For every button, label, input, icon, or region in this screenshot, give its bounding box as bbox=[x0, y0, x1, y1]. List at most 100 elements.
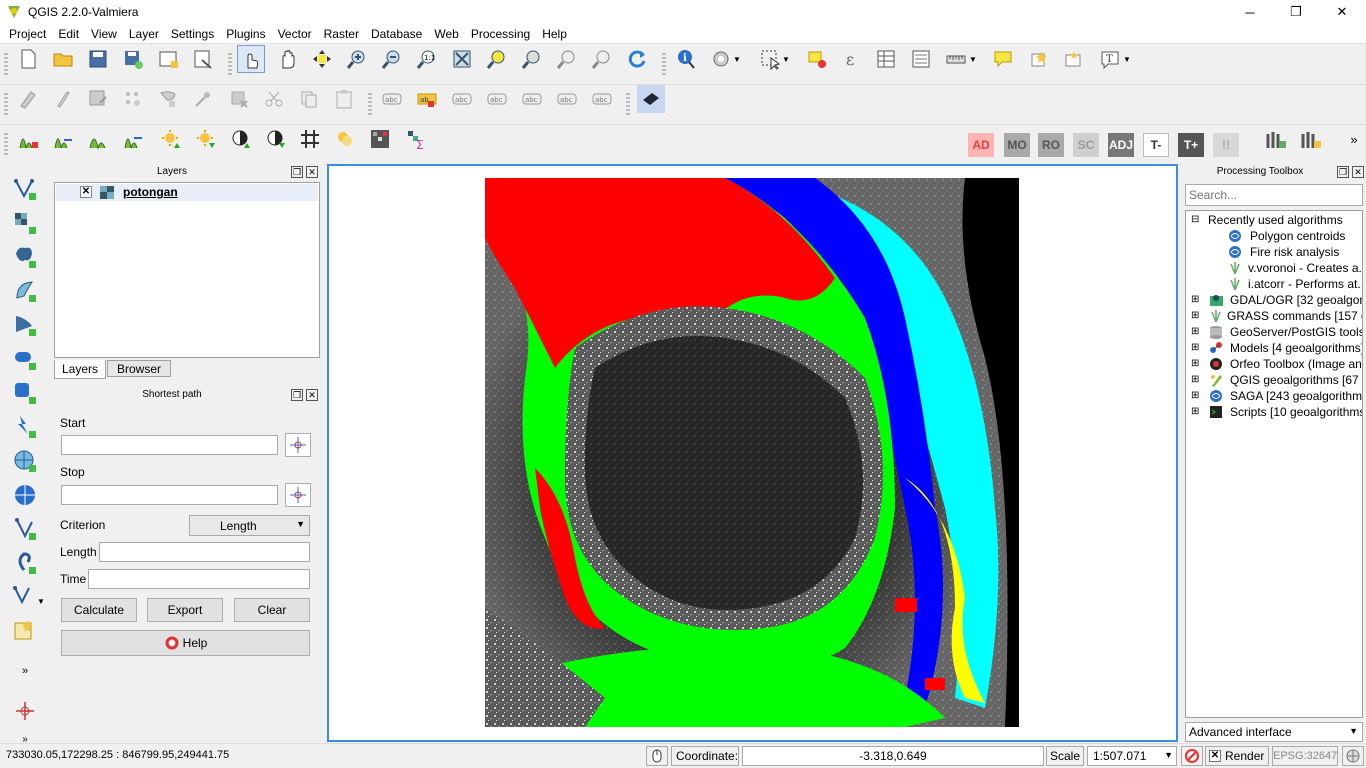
mo-button[interactable]: MO bbox=[1004, 133, 1030, 157]
field-calculator-icon[interactable]: ε bbox=[838, 45, 866, 73]
interface-mode-select[interactable]: Advanced interface ▼ bbox=[1185, 722, 1363, 742]
layers-float-button[interactable]: ❐ bbox=[291, 166, 303, 178]
toggle-editing-icon[interactable] bbox=[49, 85, 77, 113]
capture-start-point-button[interactable] bbox=[285, 433, 311, 457]
crs-button[interactable]: EPSG:32647 bbox=[1272, 746, 1338, 766]
scale-select[interactable]: 1:507.071 ▼ bbox=[1087, 746, 1177, 766]
ad-button[interactable]: AD bbox=[968, 133, 994, 157]
clear-button[interactable]: Clear bbox=[234, 598, 310, 622]
map-tips-icon[interactable] bbox=[989, 45, 1017, 73]
zoom-native-resolution-icon[interactable]: 1:1 bbox=[413, 45, 441, 73]
render-checkbox[interactable]: ✕ bbox=[1209, 750, 1221, 762]
deselect-all-icon[interactable] bbox=[803, 45, 831, 73]
increase-contrast-icon[interactable] bbox=[227, 125, 255, 153]
add-postgis-layer-icon[interactable] bbox=[10, 243, 40, 271]
group-saga[interactable]: SAGA [243 geoalgorithms] bbox=[1230, 389, 1362, 403]
save-layer-edits-icon[interactable] bbox=[84, 85, 112, 113]
zoom-in-icon[interactable] bbox=[343, 45, 371, 73]
add-wcs-layer-icon[interactable] bbox=[10, 447, 40, 475]
stop-render-button[interactable] bbox=[1181, 746, 1203, 766]
menu-processing[interactable]: Processing bbox=[465, 24, 536, 44]
minimize-button[interactable]: ─ bbox=[1227, 0, 1273, 24]
messages-button[interactable] bbox=[1342, 746, 1364, 766]
length-field[interactable] bbox=[99, 542, 310, 562]
render-toggle[interactable]: ✕ Render bbox=[1205, 746, 1269, 766]
group-orfeo-toolbox[interactable]: Orfeo Toolbox (Image an... bbox=[1230, 357, 1362, 371]
current-edits-icon[interactable] bbox=[14, 85, 42, 113]
grid-icon[interactable] bbox=[296, 125, 324, 153]
add-wfs-layer-icon[interactable] bbox=[10, 481, 40, 509]
paste-features-icon[interactable] bbox=[330, 85, 358, 113]
full-histogram-stretch-icon[interactable] bbox=[49, 125, 77, 153]
add-db2-layer-icon[interactable] bbox=[10, 379, 40, 407]
dock-expand-icon[interactable]: » bbox=[10, 657, 40, 685]
change-label-icon[interactable]: abc bbox=[588, 85, 616, 113]
new-project-icon[interactable] bbox=[14, 45, 42, 73]
add-gpx-layer-icon[interactable] bbox=[10, 549, 40, 577]
menu-project[interactable]: Project bbox=[0, 24, 52, 44]
recent-item-i-atcorr[interactable]: i.atcorr - Performs at... bbox=[1248, 277, 1362, 291]
sc-button[interactable]: SC bbox=[1073, 133, 1099, 157]
coordinate-capture-icon[interactable] bbox=[331, 125, 359, 153]
pan-to-selection-icon[interactable] bbox=[308, 45, 336, 73]
globe-plugin-icon[interactable] bbox=[637, 85, 665, 113]
expand-toggle[interactable]: ⊞ bbox=[1191, 310, 1199, 321]
move-feature-icon[interactable] bbox=[154, 85, 182, 113]
shortest-path-close-button[interactable]: ✕ bbox=[306, 389, 318, 401]
layer-labeling-icon[interactable]: abc bbox=[378, 85, 406, 113]
menu-raster[interactable]: Raster bbox=[318, 24, 365, 44]
criterion-select[interactable]: Length ▼ bbox=[189, 515, 310, 536]
add-feature-icon[interactable] bbox=[119, 85, 147, 113]
add-delimited-text-layer-icon[interactable] bbox=[10, 515, 40, 543]
save-as-icon[interactable] bbox=[119, 45, 147, 73]
pan-map-icon[interactable] bbox=[274, 45, 302, 73]
export-button[interactable]: Export bbox=[147, 598, 223, 622]
restore-button[interactable]: ❐ bbox=[1273, 0, 1319, 24]
start-point-field[interactable] bbox=[61, 435, 278, 455]
ro-button[interactable]: RO bbox=[1038, 133, 1064, 157]
group-models[interactable]: Models [4 geoalgorithms] bbox=[1230, 341, 1362, 355]
menu-settings[interactable]: Settings bbox=[165, 24, 220, 44]
menu-layer[interactable]: Layer bbox=[123, 24, 165, 44]
expand-toggle[interactable]: ⊞ bbox=[1191, 294, 1199, 305]
annotation-dropdown-icon[interactable]: ▼ bbox=[1120, 45, 1134, 73]
zoom-full-icon[interactable] bbox=[448, 45, 476, 73]
statistical-summary-icon[interactable] bbox=[907, 45, 935, 73]
new-bookmark-icon[interactable] bbox=[1025, 45, 1053, 73]
add-oracle-layer-icon[interactable] bbox=[10, 345, 40, 373]
tab-browser[interactable]: Browser bbox=[107, 360, 171, 377]
menu-web[interactable]: Web bbox=[428, 24, 464, 44]
exclaim-button[interactable]: !! bbox=[1213, 133, 1239, 157]
zoom-to-layer-icon[interactable] bbox=[518, 45, 546, 73]
node-tool-icon[interactable] bbox=[189, 85, 217, 113]
refresh-icon[interactable] bbox=[623, 45, 651, 73]
toolbox-search-input[interactable] bbox=[1185, 184, 1363, 206]
time-field[interactable] bbox=[88, 569, 310, 589]
move-label-icon[interactable]: abc bbox=[518, 85, 546, 113]
shortest-path-float-button[interactable]: ❐ bbox=[291, 389, 303, 401]
menu-help[interactable]: Help bbox=[536, 24, 573, 44]
new-spatialite-layer-icon[interactable] bbox=[10, 617, 40, 645]
close-window-button[interactable]: ✕ bbox=[1319, 0, 1365, 24]
layers-close-button[interactable]: ✕ bbox=[306, 166, 318, 178]
measure-dropdown-icon[interactable]: ▼ bbox=[966, 45, 980, 73]
delete-selected-icon[interactable] bbox=[225, 85, 253, 113]
recent-algorithms-node[interactable]: Recently used algorithms bbox=[1208, 213, 1343, 227]
group-grass-commands[interactable]: GRASS commands [157 g... bbox=[1227, 309, 1362, 323]
group-qgis-geoalgorithms[interactable]: QGIS geoalgorithms [67 ... bbox=[1230, 373, 1362, 387]
menu-database[interactable]: Database bbox=[365, 24, 428, 44]
crosshair-icon[interactable] bbox=[10, 697, 40, 725]
new-layer-dropdown-icon[interactable]: ▼ bbox=[36, 587, 46, 615]
toggle-extents-button[interactable] bbox=[646, 746, 668, 766]
histogram-cumulative-icon[interactable] bbox=[119, 125, 147, 153]
add-table-icon[interactable] bbox=[1262, 125, 1290, 153]
expand-toggle[interactable]: ⊞ bbox=[1191, 358, 1199, 369]
calculate-button[interactable]: Calculate bbox=[61, 598, 137, 622]
histogram-icon[interactable] bbox=[84, 125, 112, 153]
toolbox-float-button[interactable]: ❐ bbox=[1337, 166, 1349, 178]
save-project-icon[interactable] bbox=[84, 45, 112, 73]
recent-item-fire-risk[interactable]: Fire risk analysis bbox=[1250, 245, 1339, 259]
expand-toggle[interactable]: ⊞ bbox=[1191, 326, 1199, 337]
add-raster-layer-icon[interactable] bbox=[10, 209, 40, 237]
menu-view[interactable]: View bbox=[85, 24, 123, 44]
